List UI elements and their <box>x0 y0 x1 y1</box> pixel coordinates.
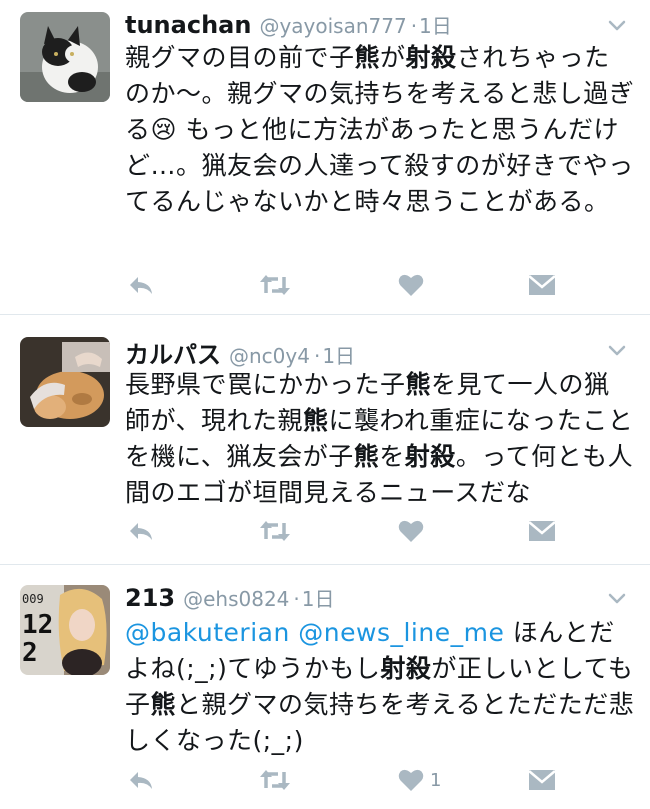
tweet-3[interactable]: 009 12 2 213 @ehs0824 · 1日 @bakuterian @… <box>0 565 650 809</box>
reply-button[interactable] <box>127 270 155 300</box>
retweet-icon <box>260 521 290 541</box>
timestamp[interactable]: 1日 <box>322 340 355 369</box>
separator-dot: · <box>313 344 321 368</box>
timestamp[interactable]: 1日 <box>419 10 452 39</box>
retweet-icon <box>260 275 290 295</box>
separator-dot: · <box>293 587 300 611</box>
chevron-down-icon[interactable] <box>606 339 628 361</box>
avatar[interactable]: 009 12 2 <box>20 585 110 675</box>
like-count: 1 <box>430 769 442 791</box>
svg-text:2: 2 <box>22 638 38 668</box>
mention-link[interactable]: @bakuterian <box>125 618 290 647</box>
retweet-icon <box>260 770 290 790</box>
retweet-button[interactable] <box>258 516 292 546</box>
like-button[interactable]: 1 <box>398 765 441 795</box>
display-name[interactable]: カルパス <box>125 335 221 370</box>
like-button[interactable] <box>398 270 430 300</box>
direct-message-icon <box>528 521 556 541</box>
reply-icon <box>130 277 152 294</box>
like-icon <box>398 274 424 296</box>
text-segment: と親グマの気持ちを考えるとただただ悲しくなった(;_;) <box>125 690 635 755</box>
user-handle[interactable]: @nc0y4 <box>229 344 310 368</box>
highlighted-keyword: 射殺 <box>380 654 432 683</box>
tweet-text: 長野県で罠にかかった子熊を見て一人の猟師が、現れた親熊に襲われ重症になったことを… <box>125 367 635 511</box>
highlighted-keyword: 熊 <box>405 370 432 399</box>
highlighted-keyword: 熊 <box>354 43 381 72</box>
timestamp[interactable]: 1日 <box>302 583 335 612</box>
mention-link[interactable]: @news_line_me <box>298 618 504 647</box>
reply-button[interactable] <box>127 516 155 546</box>
text-segment: を <box>379 442 405 471</box>
text-segment: が <box>380 43 406 72</box>
avatar[interactable] <box>20 12 110 102</box>
display-name[interactable]: 213 <box>125 584 175 612</box>
svg-text:12: 12 <box>22 610 53 640</box>
direct-message-icon <box>528 770 556 790</box>
crying-face-emoji: 😢 <box>150 115 178 144</box>
highlighted-keyword: 射殺 <box>405 43 457 72</box>
text-segment: 親グマの目の前で子 <box>125 43 355 72</box>
like-icon <box>398 769 424 791</box>
highlighted-keyword: 熊 <box>150 690 177 719</box>
tweet-1[interactable]: tunachan @yayoisan777 · 1日 親グマの目の前で子熊が射殺… <box>0 0 650 315</box>
highlighted-keyword: 射殺 <box>404 442 456 471</box>
chevron-down-icon[interactable] <box>606 587 628 609</box>
direct-message-icon <box>528 275 556 295</box>
avatar[interactable] <box>20 337 110 427</box>
tweet-actions <box>125 270 565 300</box>
user-handle[interactable]: @yayoisan777 <box>259 14 406 38</box>
svg-text:009: 009 <box>22 592 44 606</box>
highlighted-keyword: 熊 <box>353 442 380 471</box>
direct-message-button[interactable] <box>528 765 556 795</box>
tweet-header: カルパス @nc0y4 · 1日 <box>125 335 590 369</box>
chevron-down-icon[interactable] <box>606 14 628 36</box>
tweet-text: @bakuterian @news_line_me ほんとだよね(;_;)てゆう… <box>125 615 635 759</box>
retweet-button[interactable] <box>258 765 292 795</box>
highlighted-keyword: 熊 <box>303 406 329 435</box>
user-handle[interactable]: @ehs0824 <box>183 587 289 611</box>
tweet-2[interactable]: カルパス @nc0y4 · 1日 長野県で罠にかかった子熊を見て一人の猟師が、現… <box>0 315 650 565</box>
retweet-button[interactable] <box>258 270 292 300</box>
like-button[interactable] <box>398 516 430 546</box>
reply-button[interactable] <box>127 765 155 795</box>
tweet-actions: 1 <box>125 765 565 795</box>
tweet-header: tunachan @yayoisan777 · 1日 <box>125 10 590 44</box>
reply-icon <box>130 772 152 789</box>
direct-message-button[interactable] <box>528 270 556 300</box>
separator-dot: · <box>410 14 418 38</box>
tweet-text: 親グマの目の前で子熊が射殺されちゃったのか〜。親グマの気持ちを考えると悲し過ぎる… <box>125 40 635 220</box>
tweet-actions <box>125 516 565 546</box>
display-name[interactable]: tunachan <box>125 11 251 39</box>
direct-message-button[interactable] <box>528 516 556 546</box>
reply-icon <box>130 523 152 540</box>
tweet-header: 213 @ehs0824 · 1日 <box>125 583 590 617</box>
text-segment: 長野県で罠にかかった子 <box>125 370 406 399</box>
like-icon <box>398 520 424 542</box>
text-segment: もっと他に方法があったと思うんだけど…。猟友会の人達って殺すのが好きでやってるん… <box>125 115 634 216</box>
